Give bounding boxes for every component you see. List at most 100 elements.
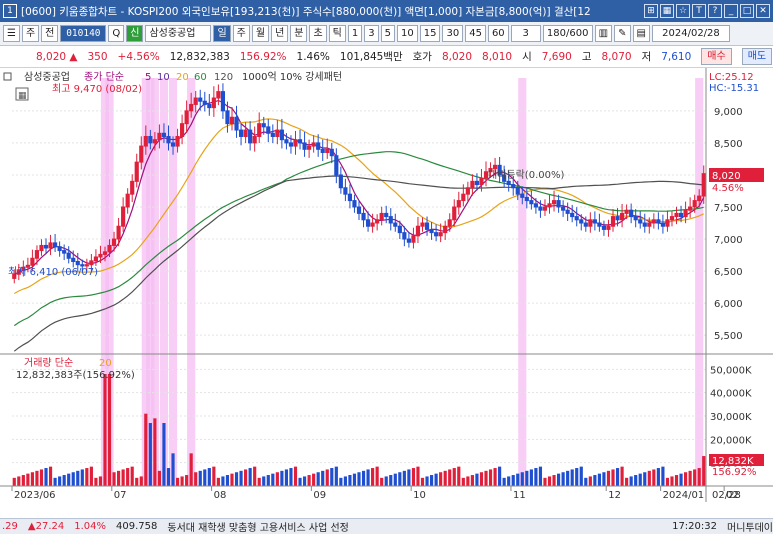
link-icon[interactable]: ⊞ <box>644 4 658 18</box>
volume-bar <box>302 476 307 486</box>
price-tick-label: 7,500 <box>714 203 743 214</box>
candle <box>665 219 670 227</box>
font-icon[interactable]: T <box>692 4 706 18</box>
period-year[interactable]: 년 <box>271 25 289 42</box>
candle <box>347 193 353 202</box>
volume-bar <box>107 374 112 486</box>
index-change: ▲27.24 <box>27 521 65 532</box>
view-icon[interactable]: ▥ <box>594 25 613 42</box>
candle <box>343 187 348 195</box>
candle <box>229 116 235 125</box>
candle <box>506 180 511 186</box>
interval-10[interactable]: 10 <box>397 25 418 42</box>
candle <box>434 232 439 237</box>
candle <box>252 135 257 144</box>
interval-60[interactable]: 60 <box>487 25 509 42</box>
date-field[interactable]: 2024/02/28 <box>651 25 730 42</box>
volume-bar <box>665 477 670 486</box>
candle <box>220 91 226 112</box>
volume-bar <box>470 475 474 486</box>
volume-bar <box>180 476 184 486</box>
count-field[interactable]: 180/600 <box>542 25 593 42</box>
chart-area[interactable]: 5,5006,0006,5007,0007,5008,0008,5009,000… <box>0 68 773 518</box>
volume-bar <box>212 466 216 486</box>
candle <box>284 139 289 144</box>
volume-readout: 12,832,383주(156.92%) <box>16 370 135 381</box>
interval-select[interactable]: 3 <box>510 25 541 42</box>
candle <box>470 180 475 189</box>
volume-bar <box>185 475 189 486</box>
interval-5[interactable]: 5 <box>380 25 395 42</box>
candle <box>338 174 343 189</box>
volume-bar <box>448 469 452 486</box>
candle <box>121 206 126 227</box>
volume-bar <box>207 468 211 486</box>
time-tick-label: 11 <box>513 490 526 501</box>
volume-bar <box>112 472 116 486</box>
volume-bar <box>153 418 157 486</box>
sell-button[interactable]: 매도 <box>741 48 773 65</box>
price-tick-label: 6,000 <box>714 299 743 310</box>
period-month[interactable]: 월 <box>251 25 270 42</box>
candle <box>34 250 40 259</box>
maximize-icon[interactable]: □ <box>740 4 754 18</box>
candle <box>701 173 706 197</box>
grid-icon[interactable]: ▦ <box>660 4 674 18</box>
tools-icon[interactable]: ✎ <box>614 25 631 42</box>
interval-15[interactable]: 15 <box>419 25 441 42</box>
interval-30[interactable]: 30 <box>442 25 464 42</box>
volume-bar <box>457 466 461 486</box>
candle <box>148 135 153 144</box>
candle <box>656 219 661 224</box>
minimize-icon[interactable]: _ <box>724 4 738 18</box>
star-icon[interactable]: ☆ <box>676 4 690 18</box>
volume-bar <box>674 475 679 486</box>
volume-bar <box>239 470 243 486</box>
volume-ma-legend: 20 <box>99 358 112 369</box>
help-icon[interactable]: ? <box>708 4 722 18</box>
volume-bar <box>661 466 665 486</box>
candle <box>479 177 484 186</box>
period-tick[interactable]: 틱 <box>328 25 346 42</box>
volume-bar <box>679 473 683 486</box>
candle <box>134 161 139 182</box>
news-ticker[interactable]: 동서대 재학생 맞춤형 고용서비스 사업 선정 <box>167 519 349 534</box>
volume-bar <box>375 466 379 486</box>
save-icon[interactable]: ▤ <box>632 25 650 42</box>
price-tick-label: 9,000 <box>714 107 743 118</box>
candle <box>352 200 357 208</box>
bid-price: 8,010 <box>482 50 513 63</box>
close-icon[interactable]: ✕ <box>756 4 770 18</box>
volume-bar <box>511 475 515 486</box>
interval-45[interactable]: 45 <box>465 25 486 42</box>
volume-bar <box>53 477 57 486</box>
buy-button[interactable]: 매수 <box>701 48 732 65</box>
interval-1[interactable]: 1 <box>347 25 363 42</box>
volume-bar <box>534 468 538 486</box>
highlight-band <box>518 78 527 486</box>
candle <box>415 225 421 237</box>
search-icon[interactable]: Q <box>108 25 125 42</box>
price-tick-label: 6,500 <box>714 267 743 278</box>
period-week[interactable]: 주 <box>232 25 250 42</box>
period-second[interactable]: 초 <box>309 25 327 42</box>
volume-bar <box>284 469 289 486</box>
type-select[interactable]: 주 <box>21 25 40 42</box>
volume-bar <box>584 477 588 486</box>
stock-name-field[interactable]: 삼성중공업 <box>145 25 212 42</box>
candle <box>89 260 94 266</box>
stock-code-input[interactable]: 010140 <box>60 25 107 42</box>
prev-button[interactable]: 전 <box>41 25 59 42</box>
interval-3[interactable]: 3 <box>364 25 379 42</box>
volume-bar <box>339 477 343 486</box>
volume-bar <box>58 476 62 486</box>
volume-bar <box>248 468 252 486</box>
legend-toggle-icon[interactable] <box>3 72 12 81</box>
candle <box>170 142 176 147</box>
period-minute[interactable]: 분 <box>290 25 308 42</box>
period-day[interactable]: 일 <box>213 25 231 42</box>
stock-chart[interactable]: 5,5006,0006,5007,0007,5008,0008,5009,000… <box>0 68 773 518</box>
volume-bar <box>162 423 166 486</box>
toolbar-menu-icon[interactable]: ☰ <box>3 25 20 42</box>
candle <box>424 222 430 230</box>
